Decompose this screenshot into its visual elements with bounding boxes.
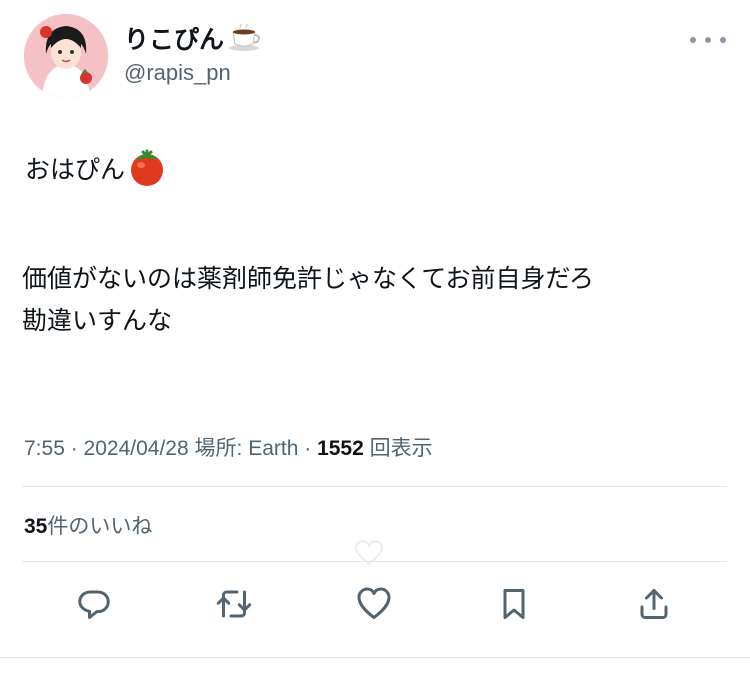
divider [0, 657, 750, 658]
like-button[interactable] [352, 582, 396, 626]
like-icon [357, 587, 391, 619]
retweet-button[interactable] [212, 582, 256, 626]
reply-icon [78, 590, 110, 619]
more-icon[interactable] [690, 30, 726, 50]
likes-count: 35 [24, 515, 48, 538]
display-name[interactable]: りこぴん [124, 20, 262, 56]
tomato-icon [127, 148, 167, 188]
location: Earth [248, 437, 299, 460]
action-bar [0, 582, 750, 626]
bookmark-button[interactable] [492, 582, 536, 626]
display-name-text: りこぴん [124, 25, 225, 54]
tweet-body-line-2: 勘違いすんな [22, 306, 173, 335]
reply-button[interactable] [72, 582, 116, 626]
tweet-body: 価値がないのは薬剤師免許じゃなくてお前自身だろ 勘違いすんな [22, 258, 722, 342]
tweet-date[interactable]: 2024/04/28 [84, 437, 189, 460]
share-icon [640, 589, 668, 619]
tweet-meta: 7:55 · 2024/04/28 場所: Earth · 1552 回表示 [24, 437, 433, 460]
view-label: 回表示 [369, 437, 433, 460]
avatar[interactable] [24, 14, 108, 98]
location-label: 場所: [194, 437, 243, 460]
bookmark-icon [503, 589, 525, 619]
tweet-greeting: おはぴん [25, 148, 167, 188]
likes-label: 件のいいね [47, 515, 153, 538]
user-handle[interactable]: @rapis_pn [124, 60, 231, 86]
tweet-time[interactable]: 7:55 [24, 437, 65, 460]
share-button[interactable] [632, 582, 676, 626]
faint-heart-icon [355, 540, 383, 565]
divider [22, 486, 726, 487]
greeting-text: おはぴん [25, 155, 126, 184]
likes-summary[interactable]: 35件のいいね [24, 510, 152, 540]
tweet-body-line-1: 価値がないのは薬剤師免許じゃなくてお前自身だろ [22, 264, 595, 293]
coffee-icon [228, 22, 262, 52]
view-count: 1552 [317, 437, 364, 460]
retweet-icon [216, 590, 252, 618]
divider [22, 561, 726, 562]
